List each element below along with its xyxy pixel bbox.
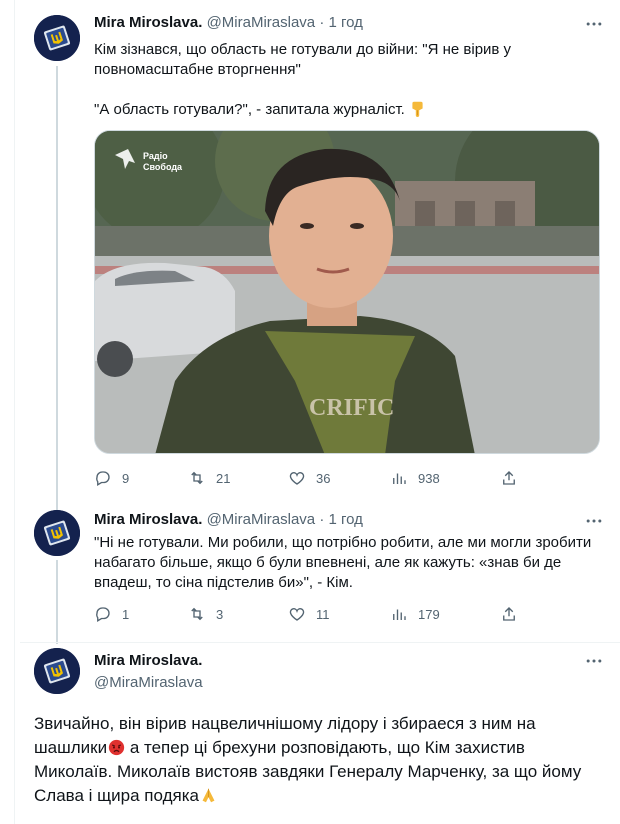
more-options-icon[interactable] — [582, 511, 606, 531]
tweet-text-line: а тепер ці брехуни розповідають, що Кім … — [125, 738, 525, 757]
tweet-text-line: Кім зізнався, що область не готували до … — [94, 41, 512, 58]
thread-line — [56, 66, 58, 506]
like-button[interactable]: 11 — [288, 603, 330, 625]
focused-tweet-text: Звичайно, він вірив нацвеличнішому лідор… — [34, 712, 594, 808]
tweet-text-line: "А область готували?", - запитала журнал… — [94, 101, 405, 118]
tweet-text-line: повномасштабне вторгнення" — [94, 61, 301, 78]
tweet-header: Mira Miroslava. @MiraMiraslava · 1 год — [94, 13, 363, 33]
timestamp[interactable]: 1 год — [328, 14, 362, 31]
shirt-print: CRIFIC — [309, 395, 394, 421]
tweet-text-line: набагато більше, якщо б були впевнені, а… — [94, 554, 562, 571]
tweet-text-line: шашлики — [34, 738, 108, 757]
repost-button[interactable]: 21 — [188, 467, 230, 489]
tweet-text-line: Звичайно, він вірив нацвеличнішому лідор… — [34, 714, 536, 733]
share-icon — [503, 471, 515, 485]
tweet-2[interactable]: Mira Miroslava. @MiraMiraslava · 1 год "… — [20, 500, 620, 644]
more-options-icon[interactable] — [582, 651, 606, 671]
reply-button[interactable]: 1 — [94, 603, 129, 625]
avatar-image — [34, 510, 80, 556]
more-options-icon[interactable] — [582, 14, 606, 34]
thread-line — [56, 560, 58, 644]
views-count: 179 — [418, 606, 440, 622]
repost-icon — [191, 607, 203, 621]
views-button[interactable]: 179 — [390, 603, 440, 625]
tweet-text-line: "Ні не готували. Ми робили, що потрібно … — [94, 534, 592, 551]
separator-dot: · — [319, 511, 325, 528]
repost-count: 21 — [216, 470, 231, 486]
tweet-text: "Ні не готували. Ми робили, що потрібно … — [94, 533, 614, 593]
avatar[interactable] — [34, 510, 80, 556]
repost-icon — [191, 471, 203, 485]
share-button[interactable] — [500, 603, 518, 625]
reply-button[interactable]: 9 — [94, 467, 129, 489]
share-icon — [503, 607, 515, 621]
avatar-image — [34, 648, 80, 694]
tweet-actions: 1 3 11 179 — [94, 603, 544, 625]
timestamp[interactable]: 1 год — [328, 511, 362, 528]
tweet-text-line: Слава і щира подяка — [34, 786, 199, 805]
author-handle[interactable]: @MiraMiraslava — [207, 511, 316, 528]
repost-count: 3 — [216, 606, 224, 622]
heart-icon — [289, 472, 305, 485]
tweet-media-video[interactable]: CRIFIC Радіо Свобода — [94, 130, 600, 454]
author-name[interactable]: Mira Miroslava. — [94, 651, 203, 671]
avatar[interactable] — [34, 648, 80, 694]
watermark-line1: Радіо — [143, 151, 168, 161]
views-icon — [393, 609, 406, 620]
thread-line — [56, 500, 58, 510]
tweet-header: Mira Miroslava. @MiraMiraslava — [94, 651, 203, 693]
like-button[interactable]: 36 — [288, 467, 330, 489]
avatar-image — [34, 15, 80, 61]
reply-count: 1 — [122, 606, 130, 622]
tweet-1[interactable]: Mira Miroslava. @MiraMiraslava · 1 год К… — [20, 0, 620, 506]
author-name[interactable]: Mira Miroslava. — [94, 511, 202, 528]
reply-count: 9 — [122, 470, 130, 486]
angry-face-icon — [108, 739, 125, 756]
folded-hands-icon — [202, 788, 215, 803]
video-frame: CRIFIC Радіо Свобода — [95, 131, 599, 453]
tweet-header: Mira Miroslava. @MiraMiraslava · 1 год — [94, 510, 363, 530]
reply-icon — [96, 471, 110, 486]
repost-button[interactable]: 3 — [188, 603, 223, 625]
author-name[interactable]: Mira Miroslava. — [94, 14, 202, 31]
watermark-line2: Свобода — [143, 162, 183, 172]
heart-icon — [289, 608, 305, 621]
tweet-text-line: Миколаїв. Миколаїв вистояв завдяки Генер… — [34, 762, 582, 781]
like-count: 36 — [316, 470, 331, 486]
views-icon — [393, 473, 406, 484]
avatar[interactable] — [34, 15, 80, 61]
tweet-text: Кім зізнався, що область не готували до … — [94, 40, 614, 120]
timeline-left-border — [14, 0, 15, 824]
views-button[interactable]: 938 — [390, 467, 440, 489]
share-button[interactable] — [500, 467, 518, 489]
like-count: 11 — [316, 606, 330, 622]
reply-icon — [96, 607, 110, 622]
views-count: 938 — [418, 470, 440, 486]
backhand-index-down-icon — [412, 101, 423, 117]
separator-dot: · — [319, 14, 325, 31]
tweet-text-line: впадеш, то сіна підстелив би»", - Кім. — [94, 574, 353, 591]
tweet-actions: 9 21 36 938 — [94, 467, 544, 489]
author-handle[interactable]: @MiraMiraslava — [94, 673, 203, 693]
author-handle[interactable]: @MiraMiraslava — [207, 14, 316, 31]
